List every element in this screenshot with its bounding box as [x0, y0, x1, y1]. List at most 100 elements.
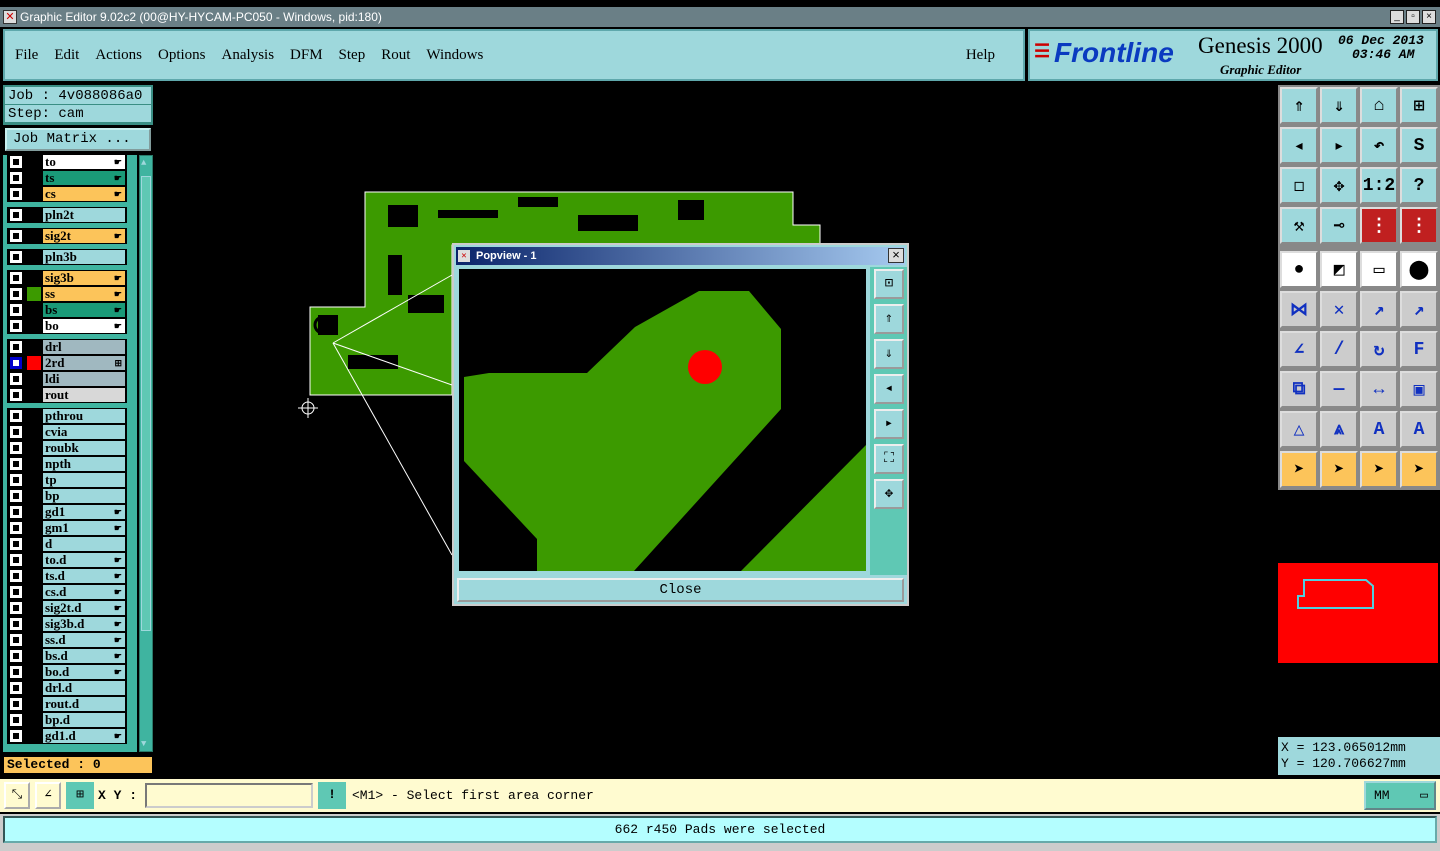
layer-row-ss[interactable]: ss ☛ [7, 286, 127, 302]
menu-edit[interactable]: Edit [54, 47, 79, 64]
pan-right-button[interactable]: ▸ [1320, 127, 1358, 164]
layer-row-drl[interactable]: drl [7, 339, 127, 355]
minimize-button[interactable]: _ [1390, 10, 1404, 24]
layer-checkbox[interactable] [10, 554, 22, 566]
layer-row-tp[interactable]: tp [7, 472, 127, 488]
layer-name[interactable]: pthrou [43, 409, 125, 423]
layer-row-ts[interactable]: ts ☛ [7, 170, 127, 186]
layer-checkbox[interactable] [10, 320, 22, 332]
layer-checkbox[interactable] [10, 490, 22, 502]
layer-row-to.d[interactable]: to.d ☛ [7, 552, 127, 568]
pan-left-button[interactable]: ◂ [1280, 127, 1318, 164]
zoom-down-button[interactable]: ⇓ [1320, 87, 1358, 124]
tools-button[interactable]: ⚒ [1280, 207, 1318, 244]
layer-checkbox[interactable] [10, 714, 22, 726]
scroll-up-icon[interactable]: ▲ [141, 158, 151, 168]
layer-name[interactable]: gm1 ☛ [43, 521, 125, 535]
popview-pan-left-button[interactable]: ◂ [874, 374, 904, 404]
layer-checkbox[interactable] [10, 474, 22, 486]
layer-checkbox[interactable] [10, 442, 22, 454]
rotate-button[interactable]: ↻ [1360, 331, 1398, 368]
layer-row-drl.d[interactable]: drl.d [7, 680, 127, 696]
overview-map[interactable] [1278, 492, 1438, 735]
layer-row-rout.d[interactable]: rout.d [7, 696, 127, 712]
layer-row-ldi[interactable]: ldi [7, 371, 127, 387]
layer-row-bs.d[interactable]: bs.d ☛ [7, 648, 127, 664]
layer-row-bs[interactable]: bs ☛ [7, 302, 127, 318]
layer-name[interactable]: 2rd ⊞ [43, 356, 125, 370]
layer-name[interactable]: tp [43, 473, 125, 487]
layer-row-to[interactable]: to ☛ [7, 155, 127, 170]
select-rect-button[interactable]: ➤ [1320, 451, 1358, 488]
layer-list-scrollbar[interactable]: ▲ ▼ [139, 155, 153, 752]
move-pad-2-button[interactable]: ↗ [1400, 291, 1438, 328]
menu-rout[interactable]: Rout [381, 47, 410, 64]
layer-checkbox[interactable] [10, 156, 22, 168]
layer-name[interactable]: npth [43, 457, 125, 471]
layer-row-gd1[interactable]: gd1 ☛ [7, 504, 127, 520]
grid-icon[interactable]: ⊞ [66, 782, 94, 809]
layer-checkbox[interactable] [10, 698, 22, 710]
layer-row-cvia[interactable]: cvia [7, 424, 127, 440]
netlist-2-button[interactable]: ⋮ [1400, 207, 1438, 244]
snake-button[interactable]: S [1400, 127, 1438, 164]
layer-checkbox[interactable] [10, 650, 22, 662]
layer-name[interactable]: rout [43, 388, 125, 402]
layer-name[interactable]: ts ☛ [43, 171, 125, 185]
layer-row-2rd[interactable]: 2rd ⊞ [7, 355, 127, 371]
layer-checkbox[interactable] [10, 373, 22, 385]
menu-analysis[interactable]: Analysis [222, 47, 275, 64]
popview-zoom-down-button[interactable]: ⇓ [874, 339, 904, 369]
xy-input[interactable] [145, 783, 313, 808]
menu-options[interactable]: Options [158, 47, 206, 64]
layer-row-rout[interactable]: rout [7, 387, 127, 403]
shapes-button[interactable]: ▣ [1400, 371, 1438, 408]
layer-color-swatch[interactable] [27, 356, 41, 370]
popview-zoom-in-button[interactable]: ⊡ [874, 269, 904, 299]
layer-name[interactable]: bo ☛ [43, 319, 125, 333]
layer-checkbox[interactable] [10, 389, 22, 401]
popview-canvas[interactable] [457, 267, 868, 573]
layer-name[interactable]: sig3b ☛ [43, 271, 125, 285]
layer-name[interactable]: ss ☛ [43, 287, 125, 301]
help-button[interactable]: ? [1400, 167, 1438, 204]
select-poly-button[interactable]: ➤ [1360, 451, 1398, 488]
layer-name[interactable]: sig2t.d ☛ [43, 601, 125, 615]
layer-row-gm1[interactable]: gm1 ☛ [7, 520, 127, 536]
layer-checkbox[interactable] [10, 251, 22, 263]
select-net-button[interactable]: ➤ [1400, 451, 1438, 488]
select-pad-button[interactable]: ● [1280, 251, 1318, 288]
layer-checkbox[interactable] [10, 272, 22, 284]
layer-checkbox[interactable] [10, 666, 22, 678]
popview-zoom-center-button[interactable]: ✥ [874, 479, 904, 509]
mirror-button[interactable]: F [1400, 331, 1438, 368]
layer-name[interactable]: ts.d ☛ [43, 569, 125, 583]
layer-checkbox[interactable] [10, 682, 22, 694]
layer-row-pln3b[interactable]: pln3b [7, 249, 127, 265]
layer-row-d[interactable]: d [7, 536, 127, 552]
zoom-up-button[interactable]: ⇑ [1280, 87, 1318, 124]
layer-name[interactable]: ldi [43, 372, 125, 386]
triangle-button[interactable]: △ [1280, 411, 1318, 448]
delete-pad-button[interactable]: ✕ [1320, 291, 1358, 328]
layer-row-bo[interactable]: bo ☛ [7, 318, 127, 334]
layer-row-pln2t[interactable]: pln2t [7, 207, 127, 223]
layer-checkbox[interactable] [10, 410, 22, 422]
layer-name[interactable]: cs.d ☛ [43, 585, 125, 599]
scroll-down-icon[interactable]: ▼ [141, 739, 151, 749]
scale-1-2-button[interactable]: 1:2 [1360, 167, 1398, 204]
layer-row-cs.d[interactable]: cs.d ☛ [7, 584, 127, 600]
popview-zoom-fit-button[interactable]: ⛶ [874, 444, 904, 474]
layer-checkbox[interactable] [10, 586, 22, 598]
zoom-area-icon[interactable]: ⤡ [4, 782, 30, 809]
copy-button[interactable]: ⧉ [1280, 371, 1318, 408]
measure-button[interactable]: ◩ [1320, 251, 1358, 288]
segment-button[interactable]: — [1320, 371, 1358, 408]
layer-row-bo.d[interactable]: bo.d ☛ [7, 664, 127, 680]
popview-close-icon[interactable]: × [888, 248, 904, 263]
alert-icon[interactable]: ! [318, 782, 346, 809]
layer-name[interactable]: to.d ☛ [43, 553, 125, 567]
layer-row-sig3b[interactable]: sig3b ☛ [7, 270, 127, 286]
layer-name[interactable]: bs.d ☛ [43, 649, 125, 663]
layer-name[interactable]: cs ☛ [43, 187, 125, 201]
